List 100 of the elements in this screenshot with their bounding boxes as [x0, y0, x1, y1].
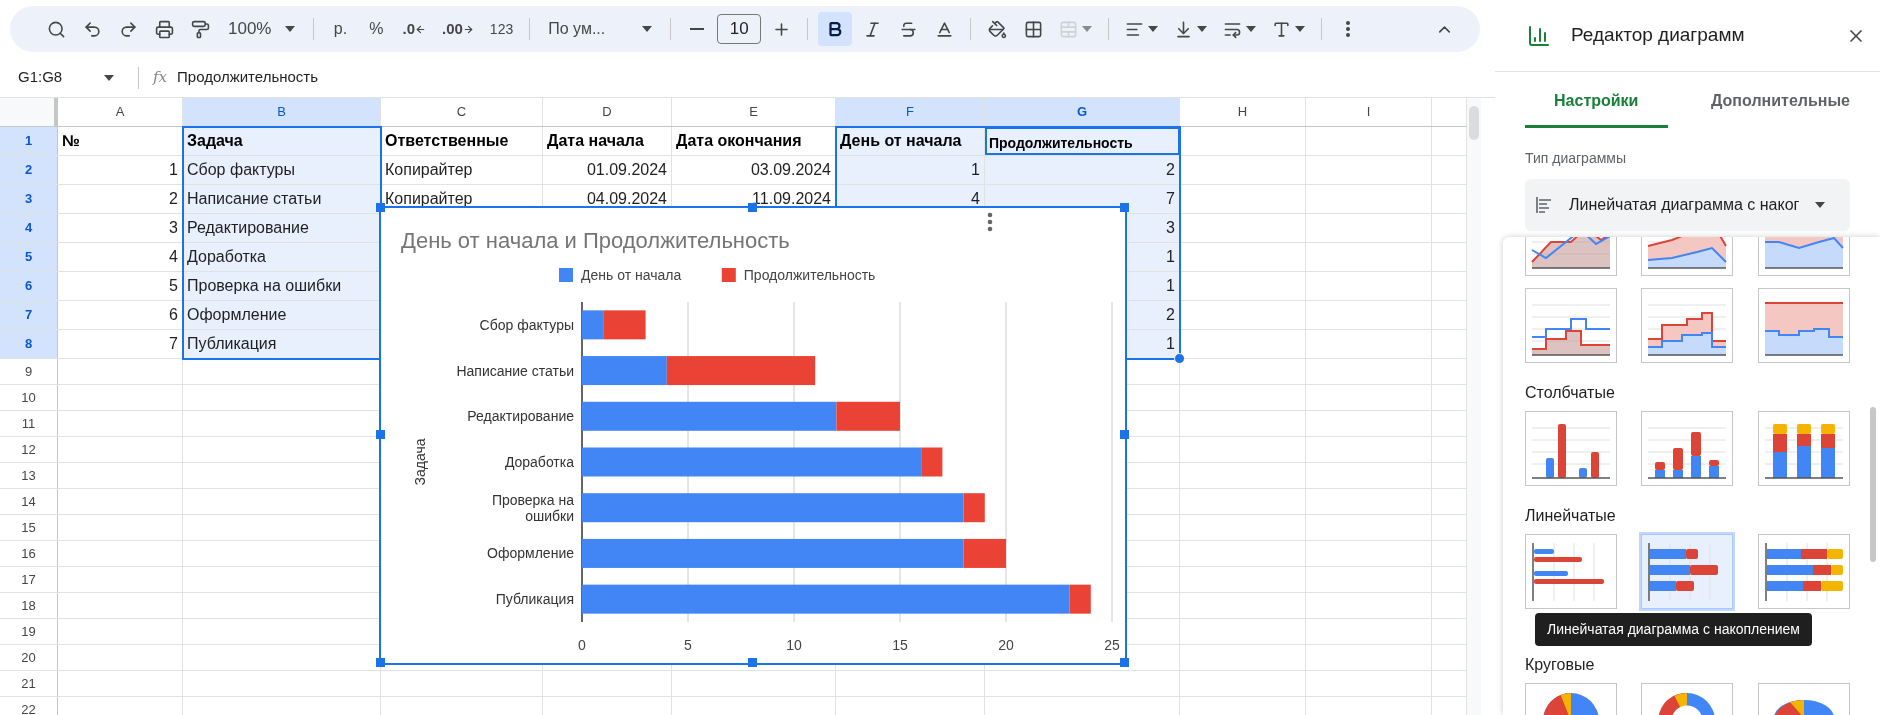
caret-icon: [1295, 26, 1306, 32]
caret-icon: [642, 26, 653, 32]
axis-tick-label: 10: [786, 637, 802, 653]
table-cell: Редактирование: [183, 214, 381, 242]
row-header[interactable]: 3: [0, 185, 58, 213]
paint-roller-icon: [190, 19, 210, 39]
caret-icon: [104, 74, 114, 81]
resize-handle[interactable]: [375, 430, 385, 439]
category-label: Проверка на ошибки: [491, 491, 574, 524]
resize-handle[interactable]: [1119, 657, 1129, 667]
font-dropdown[interactable]: По ум...: [540, 13, 661, 45]
fill-handle[interactable]: [1174, 353, 1185, 364]
column-header[interactable]: B: [183, 98, 381, 126]
merge-cells-icon: [1059, 19, 1079, 39]
table-cell: Продолжительность: [985, 127, 1180, 155]
table-cell: Доработка: [183, 243, 381, 271]
chart-type-dropdown[interactable]: Линейчатая диаграмма с наког: [1525, 179, 1850, 231]
paint-bucket-icon: [987, 19, 1007, 39]
resize-handle[interactable]: [375, 202, 385, 212]
row-header[interactable]: 2: [0, 156, 58, 184]
column-header[interactable]: F: [836, 98, 985, 126]
chart-type-option[interactable]: [1525, 534, 1617, 609]
row-header[interactable]: 1: [0, 127, 58, 155]
legend-label: Продолжительность: [743, 267, 876, 283]
tab[interactable]: Настройки: [1525, 76, 1668, 128]
name-box[interactable]: G1:G8: [0, 62, 128, 93]
axis-tick-label: 25: [1104, 637, 1120, 653]
category-label: Написание статьи: [456, 362, 574, 379]
axis-title: Задача: [412, 438, 428, 486]
chart-menu-icon[interactable]: [987, 212, 993, 232]
row-header[interactable]: 6: [0, 272, 58, 300]
arrow-right-icon: [462, 23, 474, 35]
chart-type-option[interactable]: [1525, 411, 1617, 486]
currency-button[interactable]: р.: [324, 13, 357, 45]
chart-type-option[interactable]: [1757, 288, 1850, 363]
table-cell: 2: [985, 156, 1180, 184]
section-heading: Столбчатые: [1525, 383, 1616, 403]
bar-chart-icon: [1535, 196, 1553, 214]
chart-type-option[interactable]: [1757, 411, 1850, 486]
increase-decimals-button[interactable]: .00: [436, 13, 480, 45]
minus-icon: [690, 28, 705, 30]
zoom-dropdown[interactable]: 100%: [220, 13, 304, 45]
tooltip: Линейчатая диаграмма с накоплением: [1535, 613, 1812, 646]
search-icon: [46, 19, 66, 39]
resize-handle[interactable]: [1119, 202, 1129, 212]
category-label: Оформление: [487, 545, 574, 562]
row-header[interactable]: 4: [0, 214, 58, 242]
section-heading: Круговые: [1525, 655, 1596, 675]
row-header[interactable]: 8: [0, 330, 58, 358]
resize-handle[interactable]: [375, 657, 385, 667]
font-size-field[interactable]: 10: [717, 14, 762, 44]
table-cell: Написание статьи: [183, 185, 381, 213]
decrease-decimals-button[interactable]: .0: [396, 13, 432, 45]
chart-type-option[interactable]: [1641, 534, 1734, 609]
table-cell: 1: [836, 156, 985, 184]
axis-tick-label: 5: [684, 637, 692, 653]
more-icon: [1346, 21, 1351, 37]
chart[interactable]: День от начала и Продолжительность День от начала Продолжительность 0 5 10 15 20 25 Сбор фактуры Написание статьи Редактирование Доработка Проверка на ошибки Оформление Публикация Задача: [379, 206, 1127, 665]
chart-type-option[interactable]: [1525, 288, 1617, 363]
caret-icon: [1197, 26, 1208, 32]
section-heading: Линейчатые: [1525, 506, 1617, 526]
number-format-button[interactable]: 123: [483, 13, 520, 45]
resize-handle[interactable]: [1119, 430, 1129, 439]
axis-tick-label: 15: [892, 637, 908, 653]
legend-label: День от начала: [581, 267, 682, 283]
table-cell: Публикация: [183, 330, 381, 358]
field-label: Тип диаграммы: [1525, 149, 1627, 168]
printer-icon: [154, 19, 174, 39]
undo-icon: [82, 19, 102, 39]
axis-tick-label: 20: [998, 637, 1014, 653]
scrollbar-thumb[interactable]: [1469, 106, 1479, 140]
chart-type-option[interactable]: [1641, 288, 1734, 363]
chart-type-option[interactable]: [1757, 534, 1850, 609]
resize-handle[interactable]: [747, 657, 757, 667]
caret-icon: [1082, 26, 1093, 32]
tab[interactable]: Дополнительные: [1707, 76, 1850, 128]
resize-handle[interactable]: [747, 202, 757, 212]
table-cell: Оформление: [183, 301, 381, 329]
arrow-left-icon: [415, 23, 426, 35]
function-sign: fx: [153, 67, 167, 89]
table-cell: День от начала: [836, 127, 985, 155]
chart-type-option[interactable]: [1641, 411, 1734, 486]
caret-icon: [1148, 26, 1159, 32]
redo-icon: [118, 19, 138, 39]
caret-icon: [1815, 202, 1826, 208]
bold-button[interactable]: [818, 12, 853, 46]
formula-field[interactable]: Продолжительность: [177, 62, 1495, 93]
chart-icon: [1527, 23, 1551, 48]
column-header[interactable]: G: [985, 98, 1180, 126]
chart-title: День от начала и Продолжительность: [401, 228, 790, 253]
borders-icon: [1023, 19, 1043, 39]
category-label: Сбор фактуры: [479, 316, 574, 333]
text-color-icon: [934, 19, 954, 39]
table-cell: Сбор фактуры: [183, 156, 381, 184]
row-header[interactable]: 5: [0, 243, 58, 271]
panel-title: Редактор диаграмм: [1571, 23, 1746, 48]
row-header[interactable]: 7: [0, 301, 58, 329]
table-cell: Задача: [183, 127, 381, 155]
scrollbar-thumb[interactable]: [1870, 407, 1876, 562]
percent-button[interactable]: %: [360, 13, 393, 45]
